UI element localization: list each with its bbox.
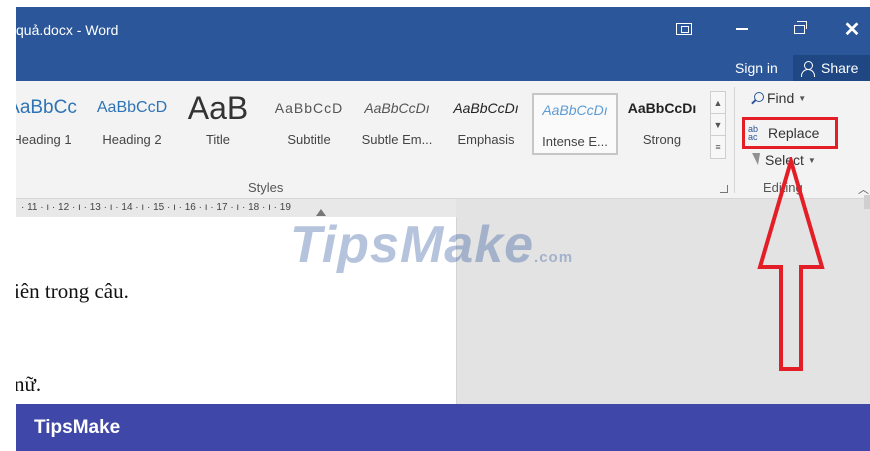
replace-label: Replace <box>768 125 820 141</box>
style-sample: AaBbCcDı <box>453 100 519 116</box>
vertical-scrollbar[interactable] <box>864 195 870 209</box>
gallery-up-icon[interactable]: ▲ <box>711 92 725 114</box>
ribbon-display-options-icon[interactable] <box>666 15 702 43</box>
style-name: Subtitle <box>287 132 331 147</box>
footer-bar: TipsMake <box>16 404 870 451</box>
style-sample: AaBbCc <box>16 97 77 118</box>
style-intense-emphasis[interactable]: AaBbCcDı Intense E... <box>532 93 618 155</box>
group-separator <box>734 87 735 193</box>
word-window: quả.docx - Word ✕ Sign in Share AaBbCc H… <box>16 7 870 404</box>
style-heading-2[interactable]: AaBbCcD Heading 2 <box>92 93 172 155</box>
styles-gallery-scroll[interactable]: ▲ ▼ ≡ <box>710 91 726 159</box>
ribbon: AaBbCc Heading 1 AaBbCcD Heading 2 AaB T… <box>16 81 870 199</box>
style-name: Emphasis <box>457 132 515 147</box>
minimize-icon[interactable] <box>724 15 760 43</box>
style-sample: AaBbCcDı <box>542 102 608 118</box>
style-title[interactable]: AaB Title <box>178 93 258 155</box>
style-name: Intense E... <box>542 134 608 149</box>
gallery-down-icon[interactable]: ▼ <box>711 114 725 136</box>
title-bar: quả.docx - Word ✕ <box>16 7 870 55</box>
account-bar: Sign in Share <box>16 55 870 81</box>
find-button[interactable]: Find ▼ <box>751 90 806 106</box>
footer-brand: TipsMake <box>34 417 121 438</box>
gallery-more-icon[interactable]: ≡ <box>711 136 725 158</box>
style-sample: AaB <box>187 93 249 123</box>
style-heading-1[interactable]: AaBbCc Heading 1 <box>16 93 82 155</box>
style-name: Heading 2 <box>102 132 162 147</box>
search-icon <box>751 92 764 104</box>
replace-icon: ab ac <box>748 124 759 142</box>
styles-group-label: Styles <box>248 180 284 195</box>
share-label: Share <box>821 60 859 76</box>
document-title: quả.docx - Word <box>16 22 119 38</box>
style-sample: AaBbCcD <box>96 99 168 116</box>
style-sample: AaBbCcDı <box>627 100 697 116</box>
find-label: Find <box>767 90 795 106</box>
document-text-line: nữ. <box>16 372 42 396</box>
share-button[interactable]: Share <box>793 55 870 81</box>
red-arrow-annotation <box>757 157 825 371</box>
styles-dialog-launcher-icon[interactable] <box>720 185 728 193</box>
replace-button[interactable]: ab ac Replace <box>742 117 838 149</box>
close-icon[interactable]: ✕ <box>834 15 870 43</box>
style-emphasis[interactable]: AaBbCcDı Emphasis <box>444 93 528 155</box>
style-name: Heading 1 <box>16 132 72 147</box>
person-icon <box>801 60 815 77</box>
style-name: Title <box>205 132 231 147</box>
style-sample: AaBbCcDı <box>364 100 430 116</box>
watermark-text: TipsMake <box>290 216 535 274</box>
restore-icon[interactable] <box>781 15 817 43</box>
style-name: Strong <box>642 132 682 147</box>
style-subtitle[interactable]: AaBbCcD Subtitle <box>268 93 350 155</box>
style-subtle-emphasis[interactable]: AaBbCcDı Subtle Em... <box>354 93 440 155</box>
chevron-down-icon: ▼ <box>798 93 807 103</box>
arrow-shape <box>757 157 825 371</box>
watermark-suffix: .com <box>534 249 574 266</box>
sign-in-link[interactable]: Sign in <box>735 60 778 76</box>
style-strong[interactable]: AaBbCcDı Strong <box>620 93 704 155</box>
style-sample: AaBbCcD <box>274 100 344 116</box>
document-text-line: iên trong câu. <box>16 279 129 303</box>
watermark: TipsMake.com <box>290 215 573 275</box>
style-name: Subtle Em... <box>361 132 433 147</box>
